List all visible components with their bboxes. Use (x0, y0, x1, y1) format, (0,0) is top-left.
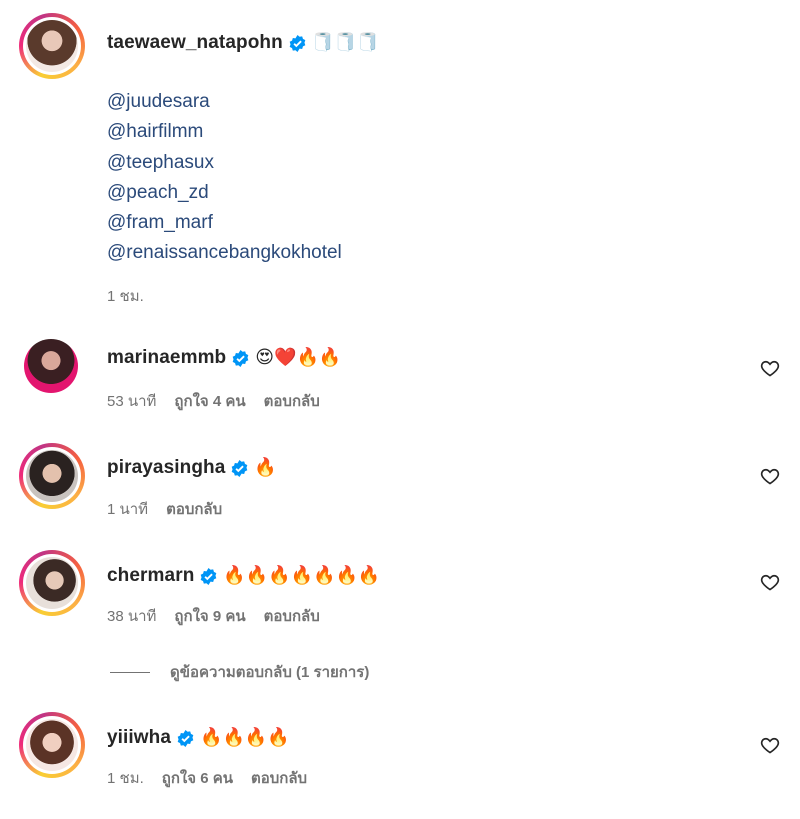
view-replies-button[interactable]: ดูข้อความตอบกลับ (1 รายการ) (110, 660, 369, 684)
comment-text: 🔥 (254, 457, 277, 478)
mention-link[interactable]: @juudesara (107, 91, 210, 113)
author-username[interactable]: taewaew_natapohn (107, 32, 283, 54)
comment-text: 🔥🔥🔥🔥 (200, 727, 290, 748)
comment-username[interactable]: yiiiwha (107, 727, 171, 749)
comment-username[interactable]: marinaemmb (107, 347, 226, 369)
comment-time[interactable]: 1 ชม. (107, 766, 144, 790)
comment-text: 🔥🔥🔥🔥🔥🔥🔥 (223, 565, 381, 586)
reply-button[interactable]: ตอบกลับ (264, 604, 320, 628)
comment-time[interactable]: 1 นาที (107, 497, 148, 521)
avatar[interactable] (19, 550, 85, 616)
view-replies-label: ดูข้อความตอบกลับ (1 รายการ) (170, 664, 370, 681)
avatar[interactable] (24, 339, 78, 393)
comment-likes[interactable]: ถูกใจ 6 คน (162, 766, 233, 790)
mention-link[interactable]: @hairfilmm (107, 121, 203, 143)
mention-link[interactable]: @fram_marf (107, 212, 213, 234)
comment-time[interactable]: 38 นาที (107, 604, 156, 628)
avatar[interactable] (19, 13, 85, 79)
like-heart-icon[interactable] (760, 466, 780, 486)
like-heart-icon[interactable] (760, 572, 780, 592)
like-heart-icon[interactable] (760, 735, 780, 755)
mention-link[interactable]: @teephasux (107, 152, 214, 174)
post-time[interactable]: 1 ชม. (107, 284, 144, 308)
author-emoji: 🧻🧻🧻 (311, 32, 380, 53)
verified-icon (201, 567, 217, 585)
like-heart-icon[interactable] (760, 358, 780, 378)
comment-text: 😍❤️🔥🔥 (255, 347, 342, 368)
verified-icon (289, 34, 306, 52)
comment-username[interactable]: pirayasingha (107, 457, 225, 479)
comment-time[interactable]: 53 นาที (107, 389, 156, 413)
comment-likes[interactable]: ถูกใจ 4 คน (174, 389, 245, 413)
verified-icon (177, 729, 194, 747)
mention-link[interactable]: @peach_zd (107, 182, 209, 204)
comment-likes[interactable]: ถูกใจ 9 คน (174, 604, 245, 628)
mention-link[interactable]: @renaissancebangkokhotel (107, 242, 342, 264)
comment-username[interactable]: chermarn (107, 565, 194, 587)
reply-button[interactable]: ตอบกลับ (166, 497, 222, 521)
avatar[interactable] (19, 712, 85, 778)
avatar[interactable] (19, 443, 85, 509)
reply-button[interactable]: ตอบกลับ (251, 766, 307, 790)
verified-icon (232, 349, 249, 367)
reply-button[interactable]: ตอบกลับ (264, 389, 320, 413)
divider (110, 671, 150, 673)
verified-icon (232, 459, 248, 477)
